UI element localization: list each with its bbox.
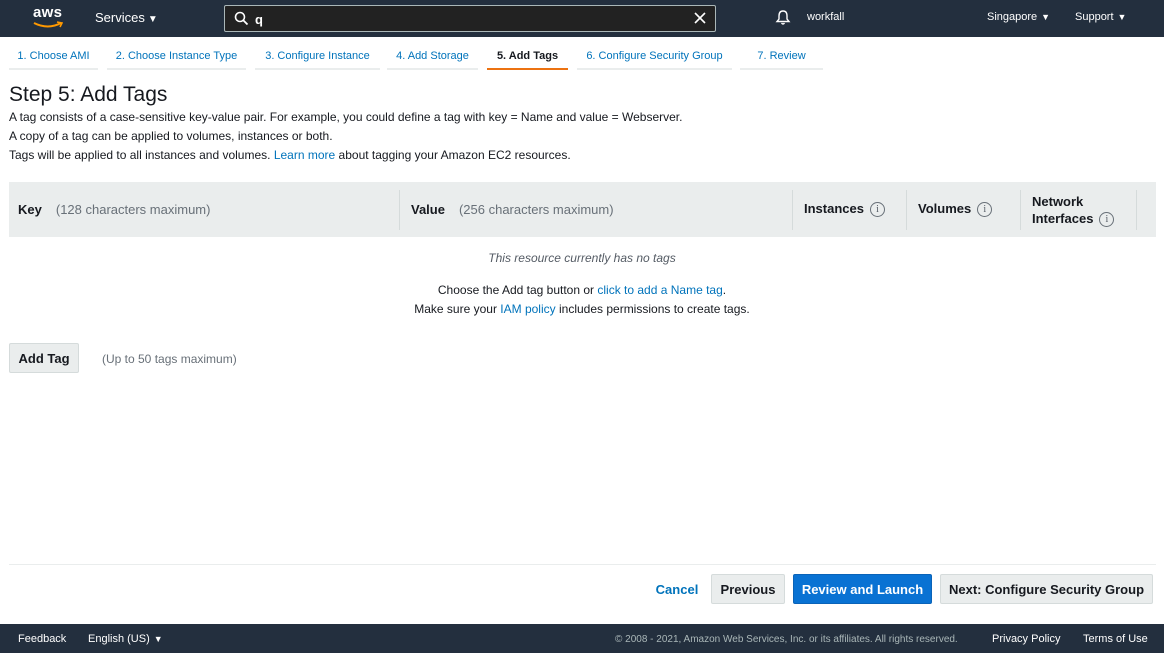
description-line-3: Tags will be applied to all instances an… — [9, 148, 571, 162]
column-header-instances: Instances i — [804, 201, 885, 218]
caret-down-icon: ▼ — [147, 14, 158, 25]
iam-policy-instructions: Make sure your IAM policy includes permi… — [0, 302, 1164, 316]
services-label: Services — [95, 10, 145, 25]
support-menu[interactable]: Support ▼ — [1075, 11, 1126, 23]
step-tab-review[interactable]: 7. Review — [740, 44, 823, 70]
page-title: Step 5: Add Tags — [9, 83, 168, 106]
choose-suffix: . — [722, 283, 727, 297]
network-header-line-2: Interfaces i — [1032, 210, 1115, 228]
search-box — [224, 5, 716, 32]
key-header-hint: (128 characters maximum) — [55, 202, 211, 217]
tags-table-header: Key (128 characters maximum) Value (256 ch… — [9, 182, 1156, 237]
choose-prefix: Choose the Add tag button or — [437, 283, 595, 297]
language-selector[interactable]: English (US) ▼ — [88, 633, 163, 645]
instances-header-label: Instances — [804, 201, 864, 216]
search-input[interactable] — [255, 9, 675, 29]
account-menu[interactable]: workfall — [807, 11, 844, 23]
value-header-label: Value — [411, 202, 445, 217]
step-tab-choose-instance-type[interactable]: 2. Choose Instance Type — [107, 44, 246, 70]
aws-logo-text: aws — [33, 4, 63, 21]
add-name-tag-link[interactable]: click to add a Name tag — [597, 283, 722, 297]
description-line-2: A copy of a tag can be applied to volume… — [9, 129, 333, 143]
column-divider — [1020, 190, 1021, 230]
actions-divider — [9, 564, 1156, 565]
cancel-button[interactable]: Cancel — [648, 574, 706, 604]
key-header-label: Key — [18, 202, 42, 217]
info-icon[interactable]: i — [869, 202, 885, 218]
network-header-line-1: Network — [1032, 194, 1084, 209]
volumes-header-label: Volumes — [918, 201, 972, 216]
add-tag-hint: (Up to 50 tags maximum) — [102, 352, 237, 366]
description-line-3-suffix: about tagging your Amazon EC2 resources. — [338, 148, 571, 162]
caret-down-icon: ▼ — [153, 634, 163, 644]
previous-button[interactable]: Previous — [711, 574, 785, 604]
learn-more-link[interactable]: Learn more — [274, 148, 335, 162]
policy-prefix: Make sure your — [414, 302, 497, 316]
column-divider — [399, 190, 400, 230]
column-header-network-interfaces: Network Interfaces i — [1032, 193, 1115, 228]
column-divider — [906, 190, 907, 230]
caret-down-icon: ▼ — [1117, 12, 1127, 22]
info-icon[interactable]: i — [1099, 212, 1115, 228]
terms-of-use-link[interactable]: Terms of Use — [1083, 633, 1148, 645]
copyright-text: © 2008 - 2021, Amazon Web Services, Inc.… — [615, 634, 958, 645]
policy-suffix: includes permissions to create tags. — [558, 302, 750, 316]
caret-down-icon: ▼ — [1041, 12, 1051, 22]
aws-logo[interactable]: aws — [33, 4, 65, 32]
description-line-1: A tag consists of a case-sensitive key-v… — [9, 110, 683, 124]
aws-smile-icon — [33, 21, 63, 28]
column-header-value: Value (256 characters maximum) — [411, 202, 614, 217]
clear-search-icon[interactable] — [693, 11, 707, 25]
column-header-volumes: Volumes i — [918, 201, 993, 218]
support-label: Support — [1075, 11, 1114, 23]
region-label: Singapore — [987, 11, 1038, 23]
region-selector[interactable]: Singapore ▼ — [987, 11, 1050, 23]
privacy-policy-link[interactable]: Privacy Policy — [992, 633, 1060, 645]
step-tab-configure-instance[interactable]: 3. Configure Instance — [255, 44, 380, 70]
empty-tags-message: This resource currently has no tags — [488, 251, 676, 265]
search-icon — [234, 11, 249, 26]
column-divider — [1136, 190, 1137, 230]
review-and-launch-button[interactable]: Review and Launch — [793, 574, 932, 604]
top-navigation-bar: aws Services▼ workfall Singapore▼ Suppor… — [0, 0, 1164, 37]
services-menu[interactable]: Services ▼ — [95, 10, 158, 25]
description-line-3-prefix: Tags will be applied to all instances an… — [9, 148, 271, 162]
step-tab-add-storage[interactable]: 4. Add Storage — [387, 44, 478, 70]
info-icon[interactable]: i — [977, 202, 993, 218]
iam-policy-link[interactable]: IAM policy — [500, 302, 555, 316]
add-tag-instructions: Choose the Add tag button or click to ad… — [0, 283, 1164, 297]
column-header-key: Key (128 characters maximum) — [18, 202, 210, 217]
console-footer: Feedback English (US) ▼ © 2008 - 2021, Am… — [0, 624, 1164, 653]
column-divider — [792, 190, 793, 230]
step-tab-choose-ami[interactable]: 1. Choose AMI — [9, 44, 98, 70]
add-tag-button[interactable]: Add Tag — [9, 343, 79, 373]
step-tab-configure-security-group[interactable]: 6. Configure Security Group — [577, 44, 732, 70]
notifications-bell-icon[interactable] — [775, 9, 791, 26]
feedback-link[interactable]: Feedback — [18, 633, 66, 645]
value-header-hint: (256 characters maximum) — [458, 202, 614, 217]
step-tab-add-tags[interactable]: 5. Add Tags — [487, 44, 568, 70]
next-configure-security-group-button[interactable]: Next: Configure Security Group — [940, 574, 1153, 604]
